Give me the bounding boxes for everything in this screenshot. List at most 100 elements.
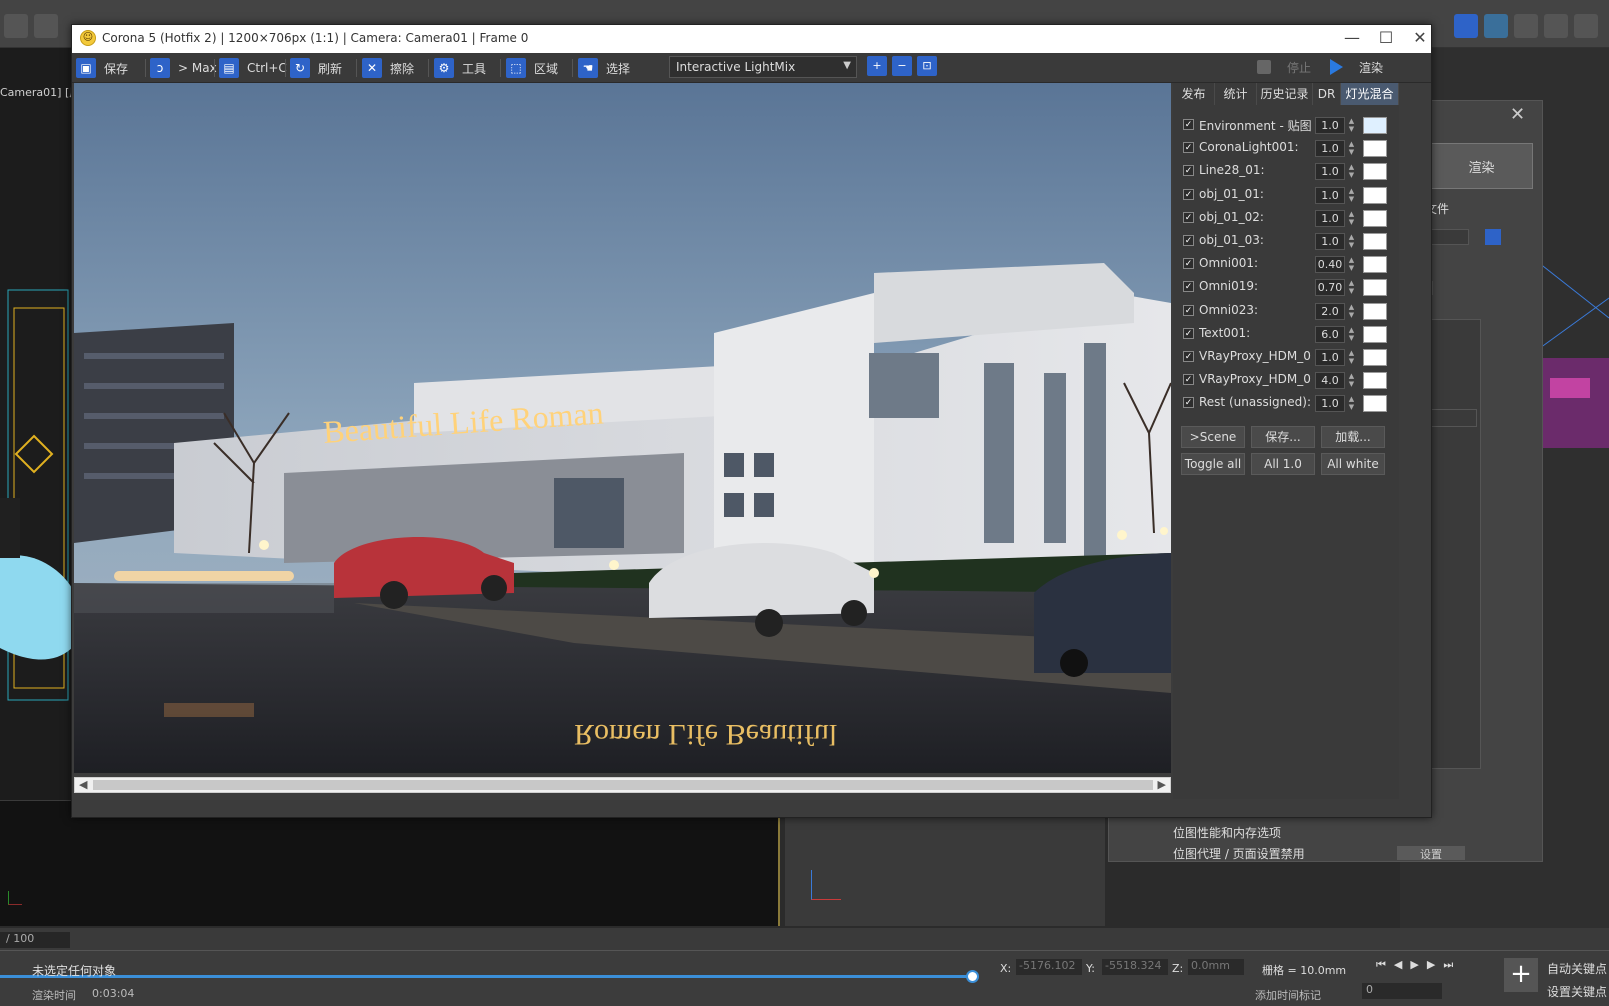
lightmix-color-swatch[interactable] <box>1363 140 1387 158</box>
lightmix-checkbox[interactable]: ✓ <box>1183 281 1194 293</box>
lightmix-color-swatch[interactable] <box>1363 349 1387 366</box>
playback-controls[interactable]: ⏮ ◀ ▶ ▶ ⏭ <box>1376 958 1476 974</box>
lock-icon[interactable] <box>1485 229 1501 245</box>
play-icon[interactable]: ▶ <box>1410 958 1418 974</box>
lightmix-checkbox[interactable]: ✓ <box>1183 142 1194 154</box>
lightmix-color-swatch[interactable] <box>1363 325 1387 343</box>
lightmix-color-swatch[interactable] <box>1363 279 1387 297</box>
render-frame-icon[interactable] <box>1484 14 1508 38</box>
timeline[interactable] <box>0 928 1609 950</box>
vfb-titlebar[interactable]: ☺ Corona 5 (Hotfix 2) | 1200×706px (1:1)… <box>72 25 1431 53</box>
go-end-icon[interactable]: ⏭ <box>1443 958 1453 974</box>
time-slider-knob[interactable] <box>966 970 979 983</box>
lightmix-intensity-field[interactable]: 1.0 <box>1315 117 1345 134</box>
scroll-left-icon[interactable]: ◀ <box>79 778 87 791</box>
lightmix-checkbox[interactable]: ✓ <box>1183 351 1194 362</box>
tab-post[interactable]: 发布 <box>1173 83 1215 105</box>
y-coordinate-field[interactable]: -5518.324 <box>1102 959 1168 975</box>
close-icon[interactable] <box>1574 14 1598 38</box>
lightmix-checkbox[interactable]: ✓ <box>1183 327 1194 339</box>
current-frame-field[interactable]: 0 <box>1362 983 1442 999</box>
zoom-out-icon[interactable]: − <box>892 56 912 76</box>
tab-dr[interactable]: DR <box>1313 83 1341 105</box>
tools-button[interactable]: ⚙ 工具 <box>434 56 486 80</box>
tab-lightmix[interactable]: 灯光混合 <box>1341 83 1399 105</box>
refresh-button[interactable]: ↻ 刷新 <box>290 56 342 80</box>
lightmix-intensity-field[interactable]: 1.0 <box>1315 233 1345 250</box>
unlink-icon[interactable] <box>34 14 58 38</box>
stop-button[interactable]: 停止 <box>1257 56 1311 78</box>
lightmix-intensity-field[interactable]: 1.0 <box>1315 140 1345 158</box>
teapot-render-icon[interactable] <box>1544 14 1568 38</box>
spinner-icon[interactable]: ▲ ▼ <box>1347 233 1356 250</box>
spinner-icon[interactable]: ▲ ▼ <box>1347 326 1356 343</box>
zoom-fit-icon[interactable]: ⊡ <box>917 56 937 76</box>
lightmix-checkbox[interactable]: ✓ <box>1183 304 1194 316</box>
viewport-bottom[interactable] <box>0 800 780 926</box>
copy-button[interactable]: ▤ Ctrl+C <box>219 56 287 80</box>
horizontal-scrollbar[interactable]: ◀ ▶ <box>74 777 1171 793</box>
lightmix-intensity-field[interactable]: 1.0 <box>1315 186 1345 204</box>
lightmix-color-swatch[interactable] <box>1363 209 1387 227</box>
add-key-icon[interactable]: + <box>1504 958 1538 992</box>
lightmix-checkbox[interactable]: ✓ <box>1183 258 1194 270</box>
lightmix-load-button[interactable]: 加载... <box>1321 426 1385 448</box>
to-scene-button[interactable]: >Scene <box>1181 426 1245 448</box>
spinner-icon[interactable]: ▲ ▼ <box>1347 140 1356 157</box>
lightmix-intensity-field[interactable]: 1.0 <box>1315 395 1345 413</box>
lightmix-intensity-field[interactable]: 6.0 <box>1315 325 1345 343</box>
spinner-icon[interactable]: ▲ ▼ <box>1347 372 1356 389</box>
spinner-icon[interactable]: ▲ ▼ <box>1347 395 1356 412</box>
zoom-in-icon[interactable]: + <box>867 56 887 76</box>
frame-counter[interactable]: / 100 <box>0 932 70 948</box>
go-start-icon[interactable]: ⏮ <box>1376 958 1386 974</box>
lightmix-color-swatch[interactable] <box>1363 395 1387 413</box>
render-setup-icon[interactable] <box>1454 14 1478 38</box>
render-setup-render-button[interactable]: 渲染 <box>1430 143 1533 189</box>
max-menubar[interactable] <box>0 0 1609 8</box>
save-button[interactable]: ▣ 保存 <box>76 56 128 80</box>
viewport-perspective[interactable] <box>785 810 1105 926</box>
lightmix-save-button[interactable]: 保存... <box>1251 426 1315 448</box>
spinner-icon[interactable]: ▲ ▼ <box>1347 303 1356 320</box>
lightmix-color-swatch[interactable] <box>1363 372 1387 390</box>
x-coordinate-field[interactable]: -5176.102 <box>1016 959 1082 975</box>
lightmix-color-swatch[interactable] <box>1363 256 1387 274</box>
all-one-button[interactable]: All 1.0 <box>1251 453 1315 475</box>
spinner-icon[interactable]: ▲ ▼ <box>1347 117 1356 134</box>
render-element-select[interactable]: Interactive LightMix ▼ <box>669 56 857 78</box>
render-button[interactable]: 渲染 <box>1330 56 1383 78</box>
set-key-button[interactable]: 设置关键点 <box>1547 983 1607 1000</box>
link-icon[interactable] <box>4 14 28 38</box>
lightmix-checkbox[interactable]: ✓ <box>1183 397 1194 409</box>
lightmix-checkbox[interactable]: ✓ <box>1183 188 1194 200</box>
lightmix-intensity-field[interactable]: 0.70 <box>1315 279 1345 297</box>
lightmix-color-swatch[interactable] <box>1363 186 1387 204</box>
lightmix-intensity-field[interactable]: 2.0 <box>1315 302 1345 320</box>
lightmix-checkbox[interactable]: ✓ <box>1183 235 1194 246</box>
all-white-button[interactable]: All white <box>1321 453 1385 475</box>
clear-button[interactable]: ✕ 擦除 <box>362 56 414 80</box>
teapot-icon[interactable] <box>1514 14 1538 38</box>
spinner-icon[interactable]: ▲ ▼ <box>1347 349 1356 366</box>
lightmix-color-swatch[interactable] <box>1363 117 1387 134</box>
lightmix-intensity-field[interactable]: 0.40 <box>1315 256 1345 274</box>
scroll-right-icon[interactable]: ▶ <box>1158 778 1166 791</box>
z-coordinate-field[interactable]: 0.0mm <box>1188 959 1244 975</box>
lightmix-intensity-field[interactable]: 1.0 <box>1315 209 1345 227</box>
spinner-icon[interactable]: ▲ ▼ <box>1347 210 1356 227</box>
lightmix-color-swatch[interactable] <box>1363 302 1387 320</box>
send-to-max-button[interactable]: ↄ > Max <box>150 56 217 80</box>
render-image[interactable]: Beautiful Life Roman Romen Life Beautifu… <box>74 83 1171 773</box>
lightmix-intensity-field[interactable]: 1.0 <box>1315 349 1345 366</box>
lightmix-checkbox[interactable]: ✓ <box>1183 165 1194 177</box>
auto-key-button[interactable]: 自动关键点 <box>1547 960 1607 977</box>
bitmap-setting-button[interactable]: 设置 <box>1397 846 1465 861</box>
spinner-icon[interactable]: ▲ ▼ <box>1347 163 1356 180</box>
prev-frame-icon[interactable]: ◀ <box>1394 958 1402 974</box>
region-button[interactable]: ⬚ 区域 <box>506 56 558 80</box>
viewport-label[interactable]: Camera01] [用 <box>0 84 80 100</box>
lightmix-checkbox[interactable]: ✓ <box>1183 211 1194 223</box>
scroll-thumb[interactable] <box>93 780 1153 790</box>
close-icon[interactable]: ✕ <box>1400 27 1440 49</box>
